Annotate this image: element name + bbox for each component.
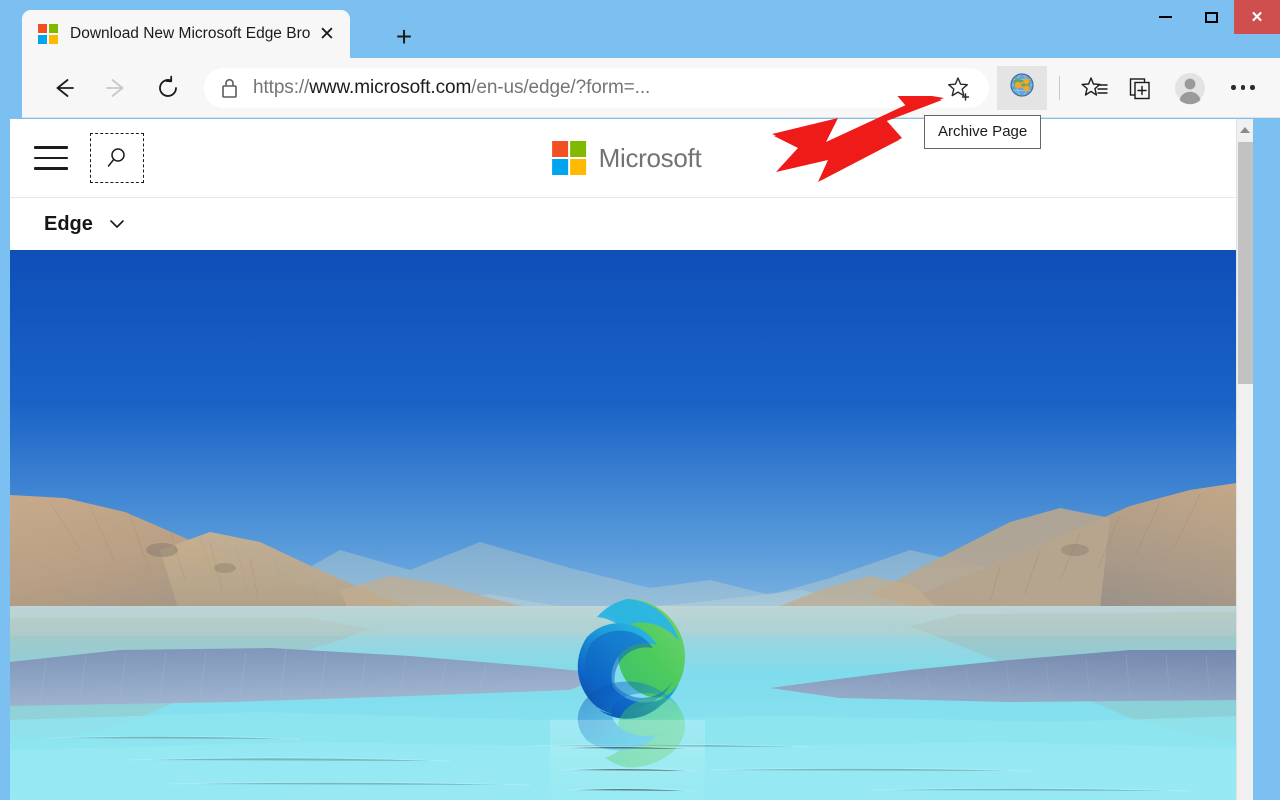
favorites-button[interactable] [1072, 66, 1118, 110]
page-scrollbar[interactable] [1236, 119, 1253, 800]
browser-window: Download New Microsoft Edge Browser | Mi… [0, 0, 1280, 800]
url-text: https://www.microsoft.com/en-us/edge/?fo… [253, 77, 941, 99]
address-bar[interactable]: https://www.microsoft.com/en-us/edge/?fo… [204, 67, 989, 108]
site-search-button[interactable] [90, 133, 144, 183]
url-path: /en-us/edge/?form=... [471, 76, 651, 98]
product-subnav: Edge [10, 198, 1243, 250]
collections-button[interactable] [1118, 66, 1164, 110]
add-favorite-icon[interactable] [941, 70, 977, 106]
hero-image [10, 250, 1243, 800]
microsoft-logo-icon [551, 141, 586, 175]
extension-tooltip: Archive Page [924, 115, 1042, 149]
url-scheme: https:// [253, 76, 310, 98]
hamburger-menu-icon[interactable] [34, 146, 68, 170]
chevron-down-icon[interactable] [107, 214, 127, 234]
close-tab-icon[interactable]: ✕ [310, 17, 344, 51]
microsoft-brand-logo[interactable]: Microsoft [551, 141, 702, 175]
site-header: Microsoft [10, 119, 1243, 198]
archive-globe-share-icon [1009, 72, 1035, 103]
refresh-button[interactable] [146, 66, 190, 110]
tab-title: Download New Microsoft Edge Browser | Mi… [70, 25, 310, 42]
page-viewport: Microsoft Edge [10, 119, 1243, 800]
microsoft-wordmark: Microsoft [598, 142, 702, 173]
microsoft-logo-icon [38, 24, 58, 44]
search-icon [107, 148, 125, 167]
subnav-label[interactable]: Edge [44, 213, 93, 236]
scrollbar-thumb[interactable] [1238, 142, 1253, 384]
ellipsis-icon [1231, 85, 1255, 90]
forward-button[interactable] [94, 66, 138, 110]
lock-icon [220, 77, 239, 99]
browser-tab[interactable]: Download New Microsoft Edge Browser | Mi… [22, 10, 350, 58]
close-window-button[interactable]: ✕ [1234, 0, 1280, 34]
profile-avatar[interactable] [1164, 66, 1216, 110]
maximize-button[interactable] [1188, 0, 1234, 34]
window-controls: ✕ [1142, 0, 1280, 34]
new-tab-button[interactable]: + [382, 20, 426, 54]
browser-toolbar: https://www.microsoft.com/en-us/edge/?fo… [22, 58, 1280, 118]
extension-archive-page-button[interactable] [997, 65, 1047, 110]
minimize-button[interactable] [1142, 0, 1188, 34]
scroll-up-arrow[interactable] [1237, 119, 1253, 140]
title-bar: Download New Microsoft Edge Browser | Mi… [0, 0, 1280, 58]
url-host: www.microsoft.com [309, 76, 472, 98]
back-button[interactable] [42, 66, 86, 110]
hero-landscape-illustration [10, 250, 1243, 800]
settings-and-more-button[interactable] [1216, 66, 1270, 110]
toolbar-divider [1059, 75, 1060, 100]
